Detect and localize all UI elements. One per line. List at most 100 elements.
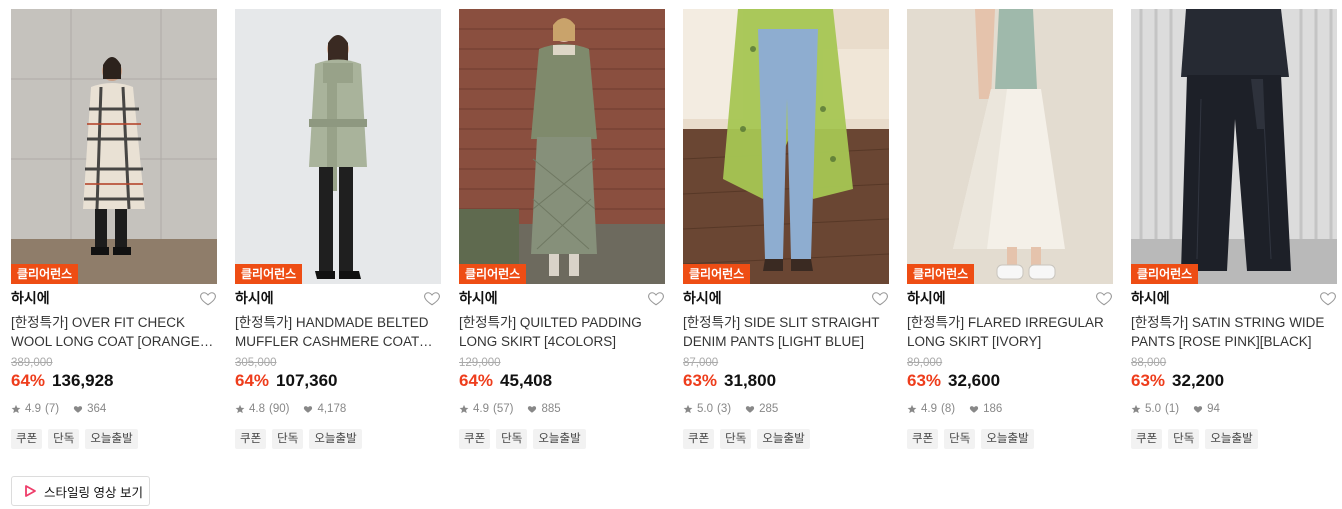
play-icon (25, 485, 36, 497)
like-count: 285 (759, 403, 779, 415)
sale-price: 32,600 (948, 371, 1001, 390)
clearance-badge: 클리어런스 (683, 264, 751, 284)
sale-price: 107,360 (276, 371, 338, 390)
tag-same-day: 오늘출발 (757, 429, 810, 449)
tag-coupon: 쿠폰 (683, 429, 715, 449)
sale-price: 31,800 (724, 371, 777, 390)
discount-rate: 64% (459, 371, 494, 390)
rating-value: 4.9 (473, 403, 489, 415)
heart-icon[interactable] (871, 289, 889, 307)
original-price: 87,000 (683, 357, 719, 369)
product-card[interactable]: 클리어런스 하시에 [한정특가] SATIN STRING WIDE PANTS… (1131, 9, 1337, 449)
product-name[interactable]: [한정특가] QUILTED PADDING LONG SKIRT [4COLO… (459, 313, 665, 351)
star-icon (235, 404, 245, 414)
styling-video-button[interactable]: 스타일링 영상 보기 (11, 476, 150, 506)
product-image[interactable]: 클리어런스 (459, 9, 665, 284)
model-denim-pants-image (683, 9, 889, 284)
review-count: (1) (1165, 403, 1180, 415)
tag-coupon: 쿠폰 (1131, 429, 1163, 449)
product-card[interactable]: 클리어런스 하시에 [한정특가] SIDE SLIT STRAIGHT DENI… (683, 9, 889, 449)
like-count: 186 (983, 403, 1003, 415)
product-card[interactable]: 클리어런스 하시에 [한정특가] FLARED IRREGULAR LONG S… (907, 9, 1113, 449)
brand-name[interactable]: 하시에 (11, 288, 50, 308)
product-name[interactable]: [한정특가] OVER FIT CHECK WOOL LONG COAT [OR… (11, 313, 217, 351)
rating-value: 5.0 (697, 403, 713, 415)
rating-value: 5.0 (1145, 403, 1161, 415)
product-image[interactable]: 클리어런스 (683, 9, 889, 284)
styling-video-label: 스타일링 영상 보기 (44, 485, 143, 500)
discount-rate: 64% (11, 371, 46, 390)
star-icon (1131, 404, 1141, 414)
tag-same-day: 오늘출발 (1205, 429, 1258, 449)
brand-name[interactable]: 하시에 (683, 288, 722, 308)
heart-icon[interactable] (1095, 289, 1113, 307)
model-satin-pants-image (1131, 9, 1337, 284)
heart-icon[interactable] (1319, 289, 1337, 307)
model-quilted-skirt-image (459, 9, 665, 284)
product-name[interactable]: [한정특가] HANDMADE BELTED MUFFLER CASHMERE … (235, 313, 441, 351)
star-icon (683, 404, 693, 414)
like-heart-icon (73, 406, 83, 413)
brand-name[interactable]: 하시에 (907, 288, 946, 308)
original-price: 89,000 (907, 357, 943, 369)
product-name[interactable]: [한정특가] SIDE SLIT STRAIGHT DENIM PANTS [L… (683, 313, 889, 351)
discount-rate: 63% (1131, 371, 1166, 390)
tag-same-day: 오늘출발 (85, 429, 138, 449)
product-card[interactable]: 클리어런스 하시에 [한정특가] HANDMADE BELTED MUFFLER… (235, 9, 441, 449)
sale-price: 45,408 (500, 371, 553, 390)
product-image[interactable]: 클리어런스 (11, 9, 217, 284)
discount-rate: 63% (683, 371, 718, 390)
clearance-badge: 클리어런스 (1131, 264, 1199, 284)
product-name[interactable]: [한정특가] SATIN STRING WIDE PANTS [ROSE PIN… (1131, 313, 1337, 351)
heart-icon[interactable] (647, 289, 665, 307)
tag-coupon: 쿠폰 (11, 429, 43, 449)
review-count: (7) (45, 403, 60, 415)
like-count: 364 (87, 403, 107, 415)
review-count: (57) (493, 403, 514, 415)
tag-exclusive: 단독 (944, 429, 976, 449)
model-check-coat-image (11, 9, 217, 284)
sale-price: 136,928 (52, 371, 114, 390)
original-price: 305,000 (235, 357, 277, 369)
heart-icon[interactable] (199, 289, 217, 307)
like-count: 94 (1207, 403, 1220, 415)
brand-name[interactable]: 하시에 (235, 288, 274, 308)
discount-rate: 63% (907, 371, 942, 390)
brand-name[interactable]: 하시에 (1131, 288, 1170, 308)
clearance-badge: 클리어런스 (235, 264, 303, 284)
product-grid: 클리어런스 하시에 [한정특가] OVER FIT CHECK WOOL LON… (11, 9, 1337, 449)
original-price: 129,000 (459, 357, 501, 369)
product-card[interactable]: 클리어런스 하시에 [한정특가] QUILTED PADDING LONG SK… (459, 9, 665, 449)
star-icon (11, 404, 21, 414)
brand-name[interactable]: 하시에 (459, 288, 498, 308)
heart-icon[interactable] (423, 289, 441, 307)
product-image[interactable]: 클리어런스 (1131, 9, 1337, 284)
tag-coupon: 쿠폰 (459, 429, 491, 449)
review-count: (8) (941, 403, 956, 415)
product-image[interactable]: 클리어런스 (235, 9, 441, 284)
product-name[interactable]: [한정특가] FLARED IRREGULAR LONG SKIRT [IVOR… (907, 313, 1113, 351)
original-price: 88,000 (1131, 357, 1167, 369)
tag-same-day: 오늘출발 (309, 429, 362, 449)
original-price: 389,000 (11, 357, 53, 369)
model-ivory-skirt-image (907, 9, 1113, 284)
like-heart-icon (969, 406, 979, 413)
rating-value: 4.8 (249, 403, 265, 415)
clearance-badge: 클리어런스 (459, 264, 527, 284)
review-count: (90) (269, 403, 290, 415)
like-heart-icon (528, 406, 537, 413)
tag-same-day: 오늘출발 (981, 429, 1034, 449)
tag-exclusive: 단독 (496, 429, 528, 449)
product-image[interactable]: 클리어런스 (907, 9, 1113, 284)
clearance-badge: 클리어런스 (11, 264, 79, 284)
like-count: 885 (541, 403, 561, 415)
rating-value: 4.9 (25, 403, 41, 415)
tag-exclusive: 단독 (720, 429, 752, 449)
star-icon (907, 404, 917, 414)
rating-value: 4.9 (921, 403, 937, 415)
product-card[interactable]: 클리어런스 하시에 [한정특가] OVER FIT CHECK WOOL LON… (11, 9, 217, 449)
review-count: (3) (717, 403, 732, 415)
sale-price: 32,200 (1172, 371, 1225, 390)
model-khaki-coat-image (235, 9, 441, 284)
like-heart-icon (1193, 406, 1203, 413)
